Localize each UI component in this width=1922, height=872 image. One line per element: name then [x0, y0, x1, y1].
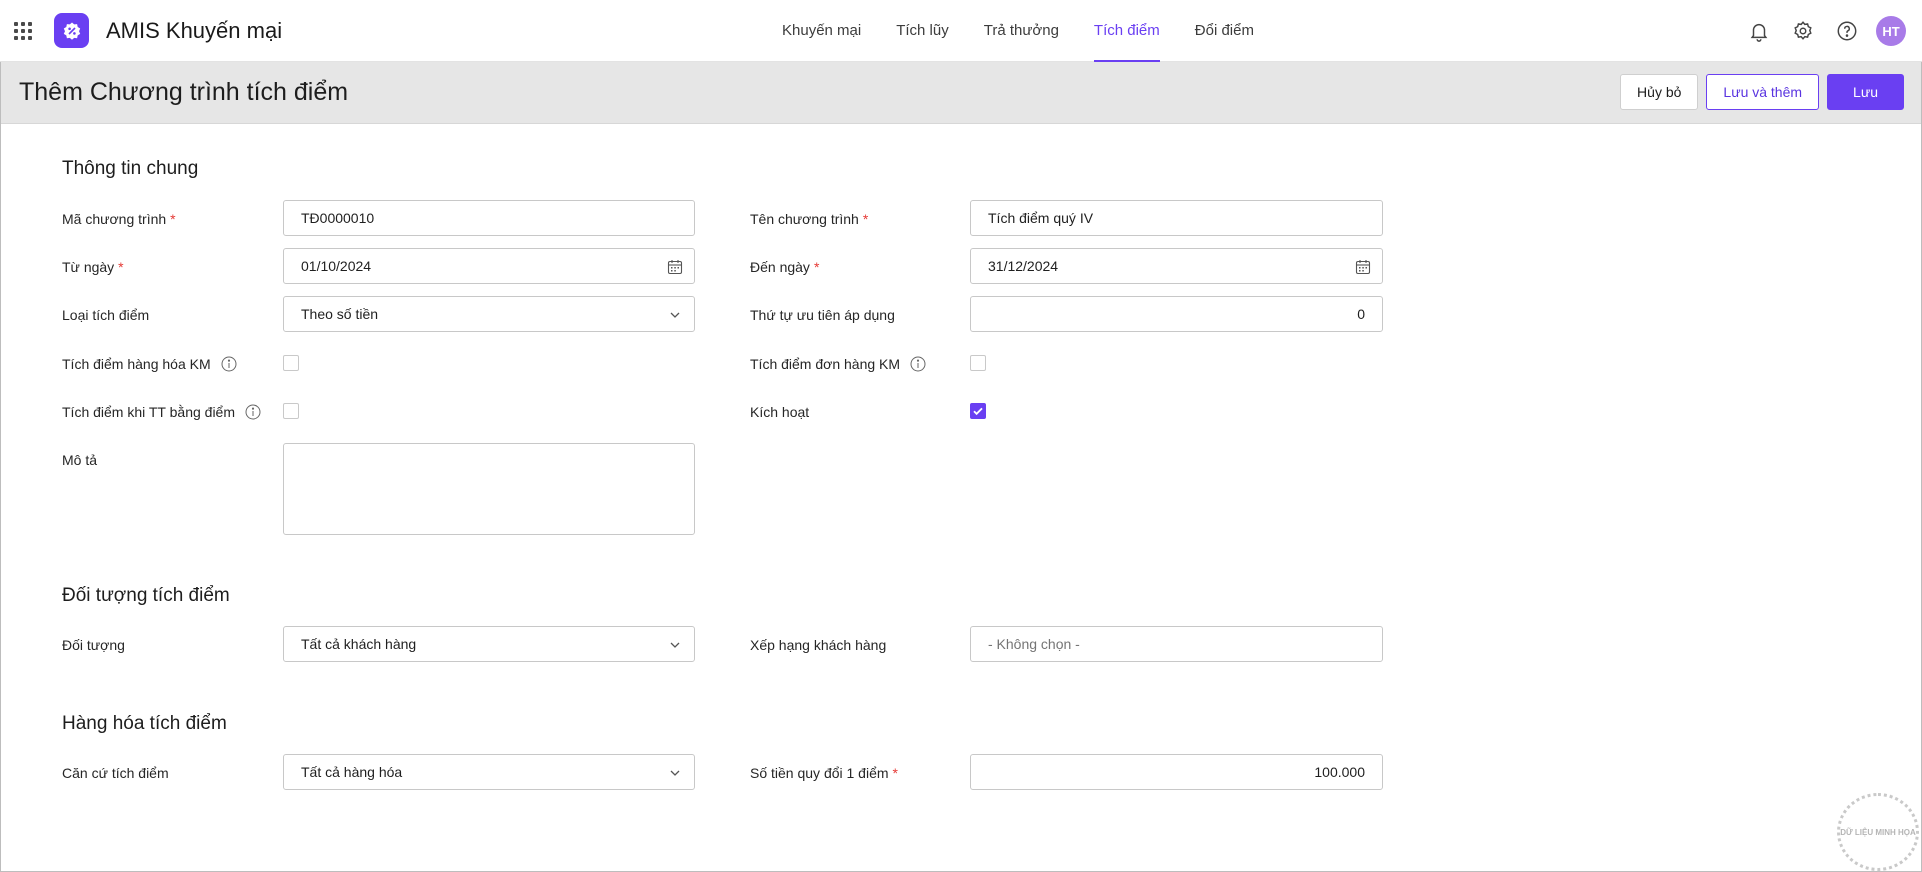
- program-name-input[interactable]: Tích điểm quý IV: [970, 200, 1383, 236]
- section-title-goods: Hàng hóa tích điểm: [62, 713, 227, 734]
- basis-value: Tất cả hàng hóa: [301, 764, 403, 780]
- chevron-down-icon: [666, 306, 684, 324]
- amount-per-point-label-text: Số tiền quy đổi 1 điểm: [750, 765, 889, 781]
- object-label: Đối tượng: [62, 635, 125, 655]
- page-title: Thêm Chương trình tích điểm: [19, 78, 349, 106]
- basis-label-text: Căn cứ tích điểm: [62, 765, 169, 781]
- required-mark: *: [862, 211, 869, 227]
- app-frame: [0, 0, 1922, 872]
- save-button[interactable]: Lưu: [1827, 74, 1904, 110]
- priority-label-text: Thứ tự ưu tiên áp dụng: [750, 307, 895, 323]
- pay-by-points-checkbox[interactable]: [283, 403, 299, 419]
- watermark-text: DỮ LIỆU MINH HỌA: [1840, 827, 1916, 837]
- priority-label: Thứ tự ưu tiên áp dụng: [750, 305, 895, 325]
- required-mark: *: [118, 259, 124, 275]
- pay-by-points-label: Tích điểm khi TT bằng điểm: [62, 402, 261, 422]
- save-and-add-button[interactable]: Lưu và thêm: [1706, 74, 1820, 110]
- promo-orders-label-text: Tích điểm đơn hàng KM: [750, 356, 901, 372]
- basis-select[interactable]: Tất cả hàng hóa: [283, 754, 695, 790]
- object-label-text: Đối tượng: [62, 637, 125, 653]
- required-mark: *: [170, 211, 176, 227]
- nav-item-doi-diem[interactable]: Đổi điểm: [1195, 0, 1254, 62]
- info-icon[interactable]: [221, 356, 237, 372]
- check-icon: [973, 407, 983, 416]
- program-code-label: Mã chương trình *: [62, 209, 176, 229]
- nav-item-tich-luy[interactable]: Tích lũy: [896, 0, 949, 62]
- active-checkbox[interactable]: [970, 403, 986, 419]
- required-mark: *: [892, 765, 898, 781]
- nav-item-khuyen-mai[interactable]: Khuyến mại: [782, 0, 861, 62]
- promo-goods-label-text: Tích điểm hàng hóa KM: [62, 356, 211, 372]
- title-bar: Thêm Chương trình tích điểm Hủy bỏ Lưu v…: [1, 62, 1921, 124]
- top-bar: AMIS Khuyến mại Khuyến mại Tích lũy Trả …: [0, 0, 1922, 62]
- program-code-input[interactable]: TĐ0000010: [283, 200, 695, 236]
- point-type-select[interactable]: Theo số tiền: [283, 296, 695, 332]
- to-date-value: 31/12/2024: [988, 258, 1059, 274]
- point-type-value: Theo số tiền: [301, 306, 379, 322]
- app-launcher-icon[interactable]: [14, 22, 32, 40]
- program-name-label: Tên chương trình *: [750, 209, 868, 229]
- chevron-down-icon: [666, 636, 684, 654]
- amount-per-point-label: Số tiền quy đổi 1 điểm *: [750, 763, 898, 783]
- main-nav: Khuyến mại Tích lũy Trả thưởng Tích điểm…: [782, 0, 1289, 62]
- nav-item-tich-diem[interactable]: Tích điểm: [1093, 0, 1160, 62]
- amount-per-point-input[interactable]: 100.000: [970, 754, 1383, 790]
- program-name-value: Tích điểm quý IV: [988, 210, 1094, 226]
- promo-goods-label: Tích điểm hàng hóa KM: [62, 354, 237, 374]
- bell-icon[interactable]: [1744, 16, 1774, 46]
- amount-per-point-value: 100.000: [1314, 764, 1365, 780]
- section-title-general: Thông tin chung: [62, 158, 199, 179]
- from-date-input[interactable]: 01/10/2024: [283, 248, 695, 284]
- active-label-text: Kích hoạt: [750, 404, 810, 420]
- calendar-icon[interactable]: [666, 258, 684, 276]
- from-date-label-text: Từ ngày: [62, 259, 115, 275]
- info-icon[interactable]: [245, 404, 261, 420]
- rank-placeholder: - Không chọn -: [988, 636, 1080, 652]
- app-title: AMIS Khuyến mại: [106, 18, 283, 43]
- pay-by-points-label-text: Tích điểm khi TT bằng điểm: [62, 404, 236, 420]
- program-code-label-text: Mã chương trình: [62, 211, 167, 227]
- info-icon[interactable]: [910, 356, 926, 372]
- cancel-button[interactable]: Hủy bỏ: [1620, 74, 1699, 110]
- point-type-label: Loại tích điểm: [62, 305, 149, 325]
- priority-input[interactable]: 0: [970, 296, 1383, 332]
- promo-goods-checkbox[interactable]: [283, 355, 299, 371]
- chevron-down-icon: [666, 764, 684, 782]
- promo-orders-checkbox[interactable]: [970, 355, 986, 371]
- program-name-label-text: Tên chương trình: [750, 211, 859, 227]
- watermark-seal: DỮ LIỆU MINH HỌA: [1837, 793, 1919, 871]
- priority-value: 0: [1357, 306, 1365, 322]
- avatar[interactable]: HT: [1876, 16, 1906, 46]
- point-type-label-text: Loại tích điểm: [62, 307, 150, 323]
- help-icon[interactable]: [1832, 16, 1862, 46]
- to-date-label-text: Đến ngày: [750, 259, 810, 275]
- to-date-input[interactable]: 31/12/2024: [970, 248, 1383, 284]
- gear-icon[interactable]: [1788, 16, 1818, 46]
- required-mark: *: [813, 259, 820, 275]
- description-label-text: Mô tả: [62, 452, 98, 468]
- rank-label: Xếp hạng khách hàng: [750, 635, 886, 655]
- description-label: Mô tả: [62, 450, 97, 470]
- rank-select[interactable]: - Không chọn -: [970, 626, 1383, 662]
- top-icons: HT: [1730, 16, 1906, 46]
- calendar-icon[interactable]: [1354, 258, 1372, 276]
- program-code-value: TĐ0000010: [301, 210, 375, 226]
- description-textarea[interactable]: [283, 443, 695, 535]
- promo-orders-label: Tích điểm đơn hàng KM: [750, 354, 926, 374]
- object-value: Tất cả khách hàng: [301, 636, 417, 652]
- from-date-value: 01/10/2024: [301, 258, 372, 274]
- from-date-label: Từ ngày *: [62, 257, 124, 277]
- to-date-label: Đến ngày *: [750, 257, 819, 277]
- action-buttons: Hủy bỏ Lưu và thêm Lưu: [1612, 74, 1904, 110]
- object-select[interactable]: Tất cả khách hàng: [283, 626, 695, 662]
- app-logo-icon[interactable]: [54, 13, 89, 48]
- section-title-target: Đối tượng tích điểm: [62, 585, 230, 606]
- active-label: Kích hoạt: [750, 402, 809, 422]
- basis-label: Căn cứ tích điểm: [62, 763, 169, 783]
- nav-item-tra-thuong[interactable]: Trả thưởng: [984, 0, 1059, 62]
- rank-label-text: Xếp hạng khách hàng: [750, 637, 887, 653]
